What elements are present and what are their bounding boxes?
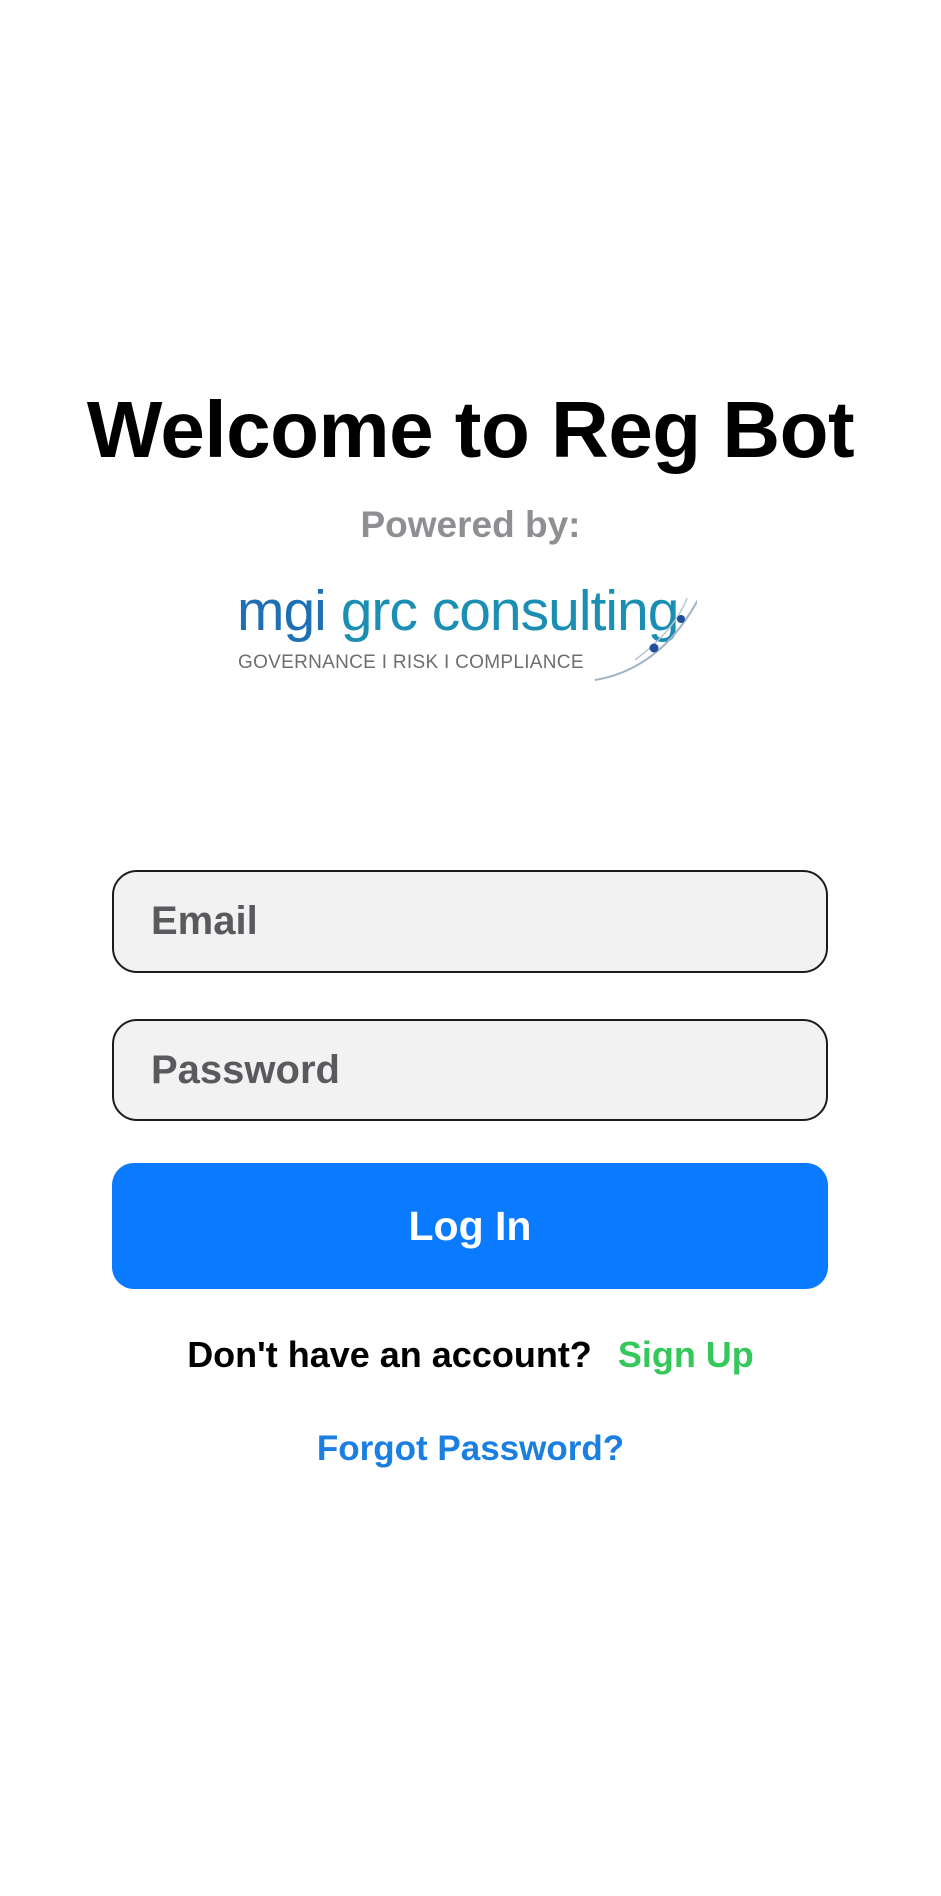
signup-row: Don't have an account? Sign Up [0,1333,941,1377]
forgot-password-row: Forgot Password? [0,1427,941,1471]
powered-by-label: Powered by: [360,504,581,545]
email-field[interactable] [112,870,828,973]
password-field[interactable] [112,1019,828,1121]
company-logo: mgi grc consulting GOVERNANCE I RISK I C… [235,578,697,682]
email-input[interactable] [149,898,826,945]
forgot-password-link[interactable]: Forgot Password? [317,1429,624,1468]
page-title: Welcome to Reg Bot [86,385,855,474]
password-input[interactable] [149,1046,826,1094]
login-button[interactable]: Log In [112,1163,828,1289]
signup-link[interactable]: Sign Up [618,1334,754,1375]
signup-prompt-text: Don't have an account? [187,1334,592,1375]
logo-swoosh-icon [594,597,697,681]
login-screen: Welcome to Reg Bot Powered by: mgi grc c… [0,0,941,1896]
